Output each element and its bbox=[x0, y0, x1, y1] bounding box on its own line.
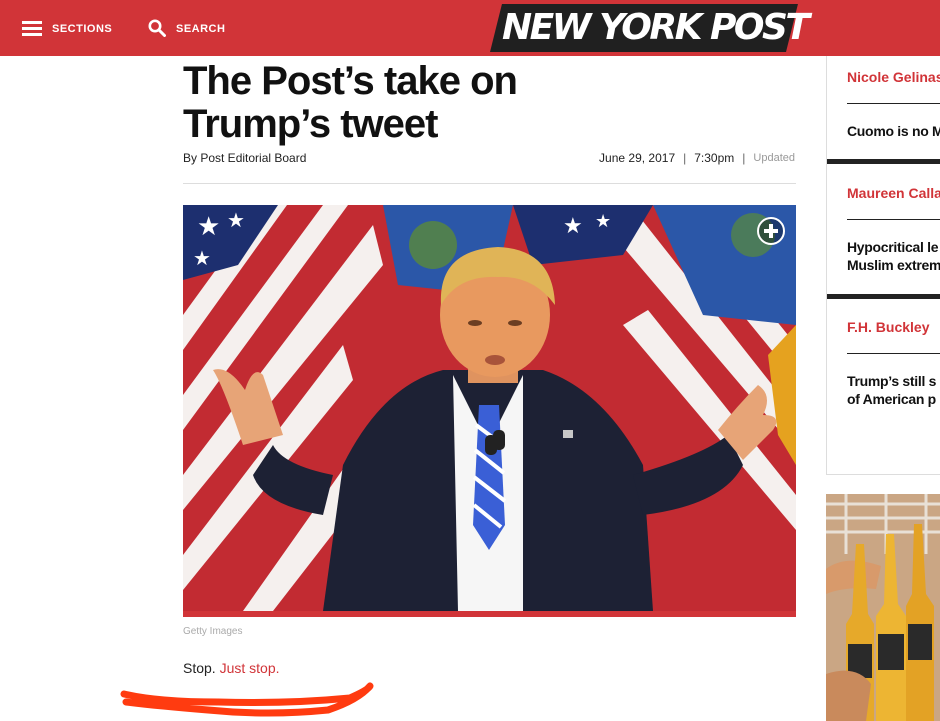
sidebar-title-3-line-1: Trump’s still s bbox=[847, 373, 937, 389]
magnifier-icon bbox=[148, 19, 166, 40]
body-plain-text: Stop. bbox=[183, 660, 220, 676]
sidebar-ad-photo[interactable] bbox=[826, 494, 940, 721]
sidebar-title-2-line-2: Muslim extrem bbox=[847, 257, 940, 273]
publish-time: 7:30pm bbox=[694, 151, 735, 165]
headline-line-2: Trump’s tweet bbox=[183, 102, 438, 146]
sidebar-author-1[interactable]: Nicole Gelinas bbox=[847, 69, 940, 85]
sidebar-rule bbox=[847, 219, 940, 220]
svg-text:★: ★ bbox=[197, 212, 220, 242]
search-label: SEARCH bbox=[176, 23, 226, 35]
updated-label: Updated bbox=[753, 152, 795, 164]
body-link[interactable]: Just stop. bbox=[220, 660, 280, 676]
sidebar-divider bbox=[827, 294, 940, 299]
sidebar-title-1[interactable]: Cuomo is no M bbox=[847, 122, 940, 140]
sections-button[interactable]: SECTIONS bbox=[22, 17, 112, 41]
photo-bottom-rule bbox=[183, 611, 796, 617]
dateline: June 29, 2017 | 7:30pm | Updated bbox=[599, 151, 795, 165]
article-body: Stop. Just stop. bbox=[183, 660, 280, 676]
search-button[interactable]: SEARCH bbox=[148, 17, 225, 41]
article-photo[interactable]: ★ ★ ★ ★ ★ bbox=[183, 205, 796, 611]
headline-divider bbox=[183, 183, 796, 184]
sidebar-title-3[interactable]: Trump’s still s of American p bbox=[847, 372, 940, 408]
dateline-separator: | bbox=[742, 151, 746, 165]
nypost-logo[interactable]: NEW YORK POST bbox=[490, 4, 810, 52]
hamburger-icon bbox=[22, 20, 42, 39]
headline-line-1: The Post’s take on bbox=[183, 59, 518, 103]
sidebar-author-2[interactable]: Maureen Callahan bbox=[847, 185, 940, 201]
svg-text:★: ★ bbox=[563, 214, 583, 239]
publish-date: June 29, 2017 bbox=[599, 151, 676, 165]
photo-illustration: ★ ★ ★ ★ ★ bbox=[183, 205, 796, 611]
svg-text:★: ★ bbox=[227, 208, 245, 232]
sidebar-title-3-line-2: of American p bbox=[847, 391, 936, 407]
top-nav-bar: SECTIONS SEARCH NEW YORK POST bbox=[0, 0, 940, 56]
beer-bottles-illustration bbox=[826, 494, 940, 721]
hand-drawn-underline bbox=[120, 682, 374, 717]
plus-circle-icon bbox=[757, 217, 785, 245]
sections-label: SECTIONS bbox=[52, 23, 113, 35]
svg-text:★: ★ bbox=[595, 211, 611, 232]
article-headline: The Post’s take on Trump’s tweet bbox=[183, 60, 743, 146]
sidebar-title-2-line-1: Hypocritical le bbox=[847, 239, 939, 255]
byline[interactable]: By Post Editorial Board bbox=[183, 151, 306, 165]
sidebar-divider bbox=[827, 159, 940, 164]
sidebar-author-3[interactable]: F.H. Buckley bbox=[847, 319, 929, 335]
sidebar-rule bbox=[847, 103, 940, 104]
photo-credit: Getty Images bbox=[183, 626, 243, 637]
svg-text:★: ★ bbox=[193, 246, 211, 270]
logo-text: NEW YORK POST bbox=[502, 7, 810, 48]
dateline-separator: | bbox=[683, 151, 687, 165]
sidebar-rule bbox=[847, 353, 940, 354]
sidebar-title-2[interactable]: Hypocritical le Muslim extrem bbox=[847, 238, 940, 274]
photo-expand-button[interactable] bbox=[756, 216, 786, 246]
opinion-sidebar: Nicole Gelinas Cuomo is no M Maureen Cal… bbox=[826, 56, 940, 475]
